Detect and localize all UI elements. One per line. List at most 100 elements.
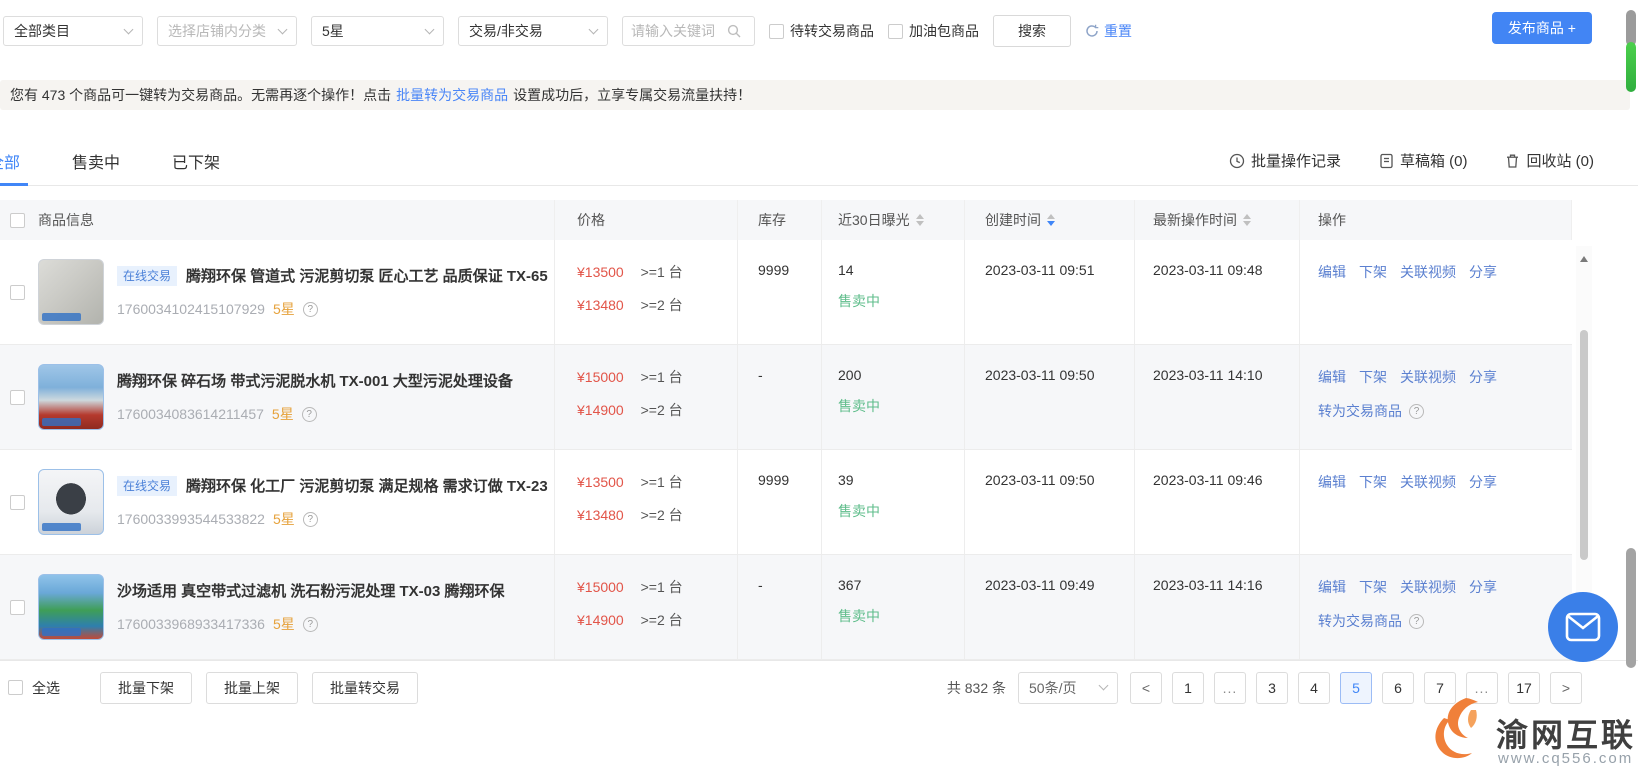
price-cell: ¥13500 >=1 台 ¥13480 >=2 台	[555, 240, 738, 344]
product-thumbnail[interactable]	[38, 259, 104, 325]
total-count: 共 832 条	[947, 678, 1006, 698]
convert-to-trade-link[interactable]: 转为交易商品	[1318, 611, 1402, 631]
actions-cell: 编辑下架关联视频分享 ?	[1300, 450, 1572, 554]
header-actions: 操作	[1300, 200, 1572, 240]
help-icon[interactable]: ?	[1409, 614, 1424, 629]
price-tier-1: ¥15000	[577, 369, 624, 385]
product-thumbnail[interactable]	[38, 364, 104, 430]
select-all-header-checkbox[interactable]	[10, 213, 25, 228]
star-select[interactable]: 5星	[311, 16, 444, 46]
edge-green-indicator	[1626, 42, 1636, 92]
delist-link[interactable]: 下架	[1359, 367, 1387, 387]
share-link[interactable]: 分享	[1469, 577, 1497, 597]
prev-page-button[interactable]: <	[1130, 672, 1162, 704]
share-link[interactable]: 分享	[1469, 262, 1497, 282]
help-icon[interactable]: ?	[303, 302, 318, 317]
page-button[interactable]: 1	[1172, 672, 1204, 704]
scrollbar-thumb[interactable]	[1580, 330, 1588, 560]
category-select[interactable]: 全部类目	[3, 16, 143, 46]
share-link[interactable]: 分享	[1469, 472, 1497, 492]
product-title[interactable]: 腾翔环保 化工厂 污泥剪切泵 满足规格 需求订做 TX-23	[186, 475, 548, 496]
row-checkbox[interactable]	[10, 285, 25, 300]
row-checkbox[interactable]	[10, 600, 25, 615]
row-checkbox[interactable]	[10, 495, 25, 510]
sort-exposure-icon[interactable]	[916, 210, 924, 230]
browser-scrollbar-thumb[interactable]	[1626, 548, 1636, 668]
sort-created-icon[interactable]	[1047, 210, 1055, 230]
batch-operation-log-link[interactable]: 批量操作记录	[1229, 150, 1341, 171]
page-button[interactable]: 17	[1508, 672, 1540, 704]
product-title[interactable]: 腾翔环保 碎石场 带式污泥脱水机 TX-001 大型污泥处理设备	[117, 370, 513, 391]
drafts-link[interactable]: 草稿箱 (0)	[1379, 150, 1468, 171]
status-badge: 售卖中	[838, 396, 964, 416]
updated-time: 2023-03-11 09:48	[1153, 262, 1263, 278]
edit-link[interactable]: 编辑	[1318, 577, 1346, 597]
batch-list-button[interactable]: 批量上架	[206, 672, 298, 704]
batch-delist-button[interactable]: 批量下架	[100, 672, 192, 704]
product-cell: 在线交易 腾翔环保 化工厂 污泥剪切泵 满足规格 需求订做 TX-23 1760…	[0, 450, 555, 554]
tab-delisted[interactable]: 已下架	[168, 136, 224, 185]
help-icon[interactable]: ?	[1409, 404, 1424, 419]
current-page-button[interactable]: 5	[1340, 672, 1372, 704]
related-video-link[interactable]: 关联视频	[1400, 367, 1456, 387]
edit-link[interactable]: 编辑	[1318, 472, 1346, 492]
page-size-select[interactable]: 50条/页	[1018, 672, 1118, 704]
scroll-up-arrow-icon[interactable]	[1580, 252, 1588, 262]
publish-product-button[interactable]: 发布商品 +	[1492, 12, 1592, 44]
tab-selling[interactable]: 售卖中	[68, 136, 124, 185]
recycle-bin-link[interactable]: 回收站 (0)	[1505, 150, 1594, 171]
price-cell: ¥13500 >=1 台 ¥13480 >=2 台	[555, 450, 738, 554]
product-title[interactable]: 腾翔环保 管道式 污泥剪切泵 匠心工艺 品质保证 TX-65	[186, 265, 548, 286]
page-ellipsis[interactable]: ...	[1214, 672, 1246, 704]
trade-select[interactable]: 交易/非交易	[458, 16, 608, 46]
pending-trade-checkbox-row[interactable]: 待转交易商品	[769, 21, 874, 41]
batch-convert-link[interactable]: 批量转为交易商品	[396, 85, 508, 105]
batch-convert-button[interactable]: 批量转交易	[312, 672, 418, 704]
page-button[interactable]: 6	[1382, 672, 1414, 704]
drafts-label: 草稿箱 (0)	[1400, 150, 1468, 171]
edit-link[interactable]: 编辑	[1318, 367, 1346, 387]
header-price-label: 价格	[577, 210, 605, 230]
updated-cell: 2023-03-11 09:46	[1135, 450, 1300, 554]
next-page-button[interactable]: >	[1550, 672, 1582, 704]
pending-trade-checkbox[interactable]	[769, 24, 784, 39]
chat-contact-button[interactable]	[1548, 592, 1618, 662]
help-icon[interactable]: ?	[303, 617, 318, 632]
row-checkbox[interactable]	[10, 390, 25, 405]
sort-updated-icon[interactable]	[1243, 210, 1251, 230]
delist-link[interactable]: 下架	[1359, 262, 1387, 282]
shop-category-select[interactable]: 选择店铺内分类	[157, 16, 297, 46]
delist-link[interactable]: 下架	[1359, 577, 1387, 597]
price-tier-2: ¥13480	[577, 297, 624, 313]
help-icon[interactable]: ?	[303, 512, 318, 527]
envelope-icon	[1565, 612, 1601, 642]
reset-link[interactable]: 重置	[1085, 21, 1132, 41]
product-thumbnail[interactable]	[38, 469, 104, 535]
product-thumbnail[interactable]	[38, 574, 104, 640]
action-links: 编辑下架关联视频分享	[1318, 367, 1572, 387]
page-button[interactable]: 3	[1256, 672, 1288, 704]
product-info: 腾翔环保 碎石场 带式污泥脱水机 TX-001 大型污泥处理设备 1760034…	[117, 370, 513, 424]
search-button[interactable]: 搜索	[993, 15, 1071, 47]
tab-all[interactable]: 全部	[0, 136, 24, 185]
product-title[interactable]: 沙场适用 真空带式过滤机 洗石粉污泥处理 TX-03 腾翔环保	[117, 580, 505, 601]
select-all-row[interactable]: 全选	[8, 678, 60, 698]
footer-bar: 全选 批量下架批量上架批量转交易 共 832 条 50条/页 <1... 3456…	[0, 660, 1638, 714]
star-select-value: 5星	[322, 21, 344, 41]
fuel-pack-checkbox-row[interactable]: 加油包商品	[888, 21, 979, 41]
keyword-input[interactable]	[631, 23, 727, 39]
table-row: 沙场适用 真空带式过滤机 洗石粉污泥处理 TX-03 腾翔环保 17600339…	[0, 555, 1572, 660]
product-star-rating: 5星	[273, 299, 295, 319]
select-all-checkbox[interactable]	[8, 680, 23, 695]
share-link[interactable]: 分享	[1469, 367, 1497, 387]
fuel-pack-checkbox[interactable]	[888, 24, 903, 39]
help-icon[interactable]: ?	[302, 407, 317, 422]
related-video-link[interactable]: 关联视频	[1400, 472, 1456, 492]
related-video-link[interactable]: 关联视频	[1400, 577, 1456, 597]
page-button[interactable]: 4	[1298, 672, 1330, 704]
convert-to-trade-link[interactable]: 转为交易商品	[1318, 401, 1402, 421]
delist-link[interactable]: 下架	[1359, 472, 1387, 492]
related-video-link[interactable]: 关联视频	[1400, 262, 1456, 282]
edit-link[interactable]: 编辑	[1318, 262, 1346, 282]
price-tier-1-condition: >=1 台	[641, 264, 683, 280]
